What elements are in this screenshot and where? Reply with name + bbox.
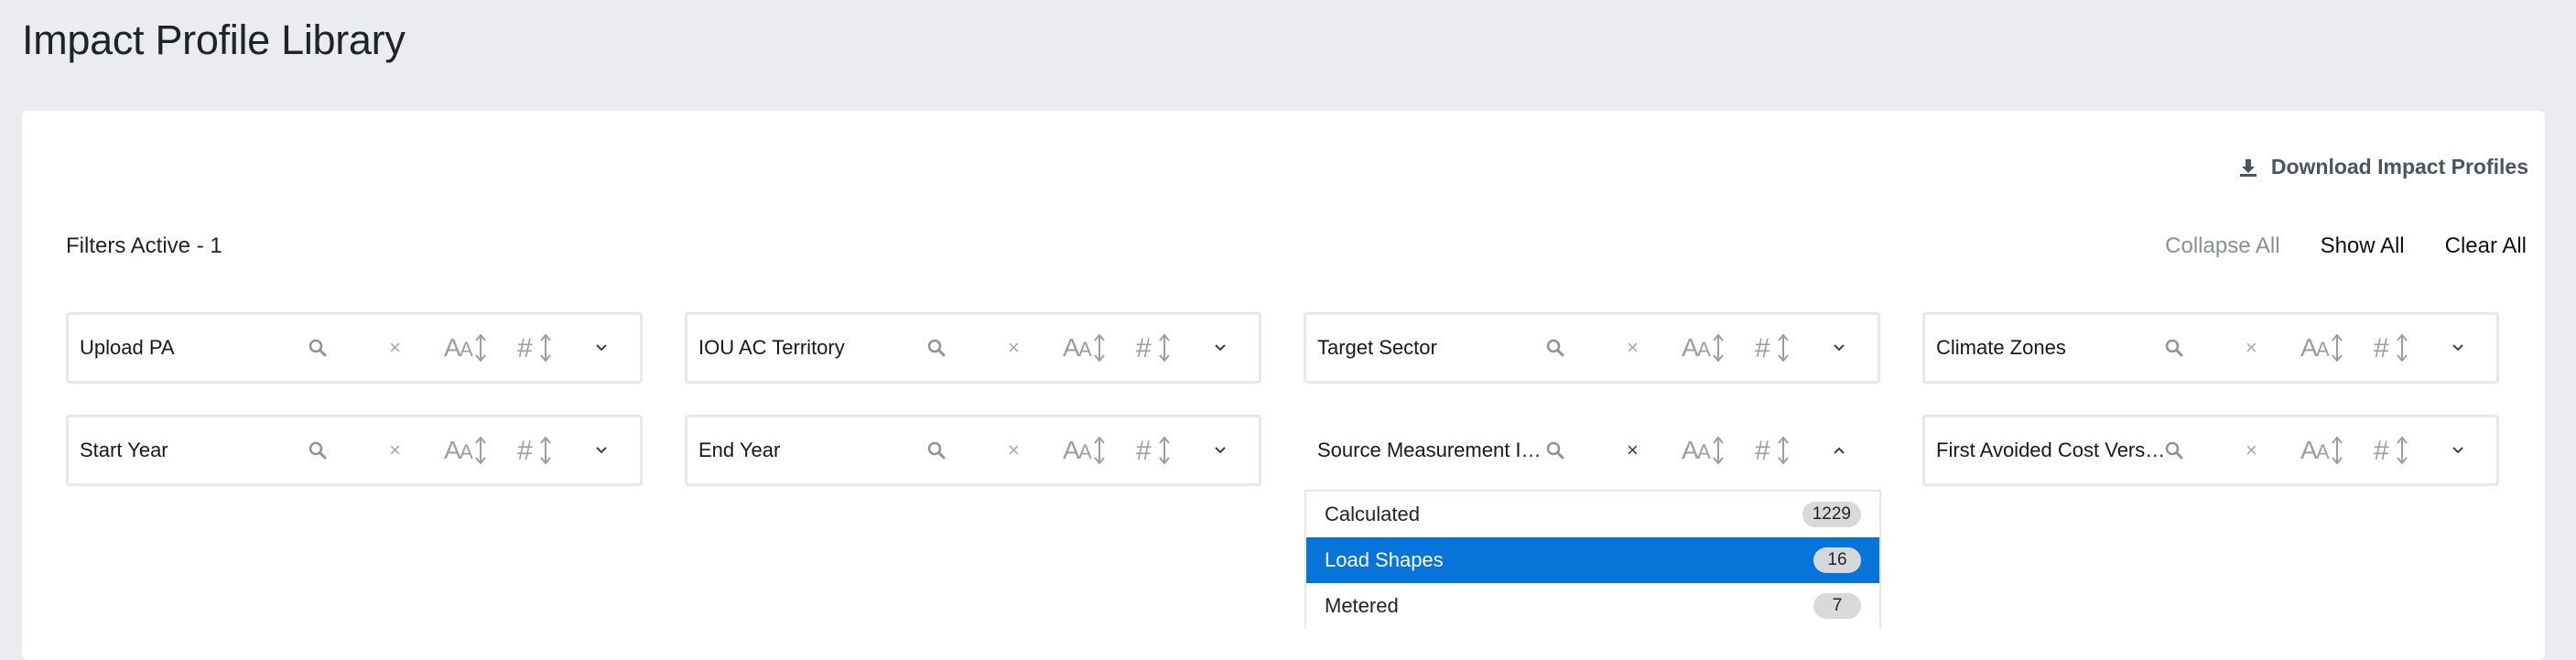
svg-text:#: # bbox=[517, 333, 533, 363]
option-count-badge: 1229 bbox=[1802, 502, 1861, 527]
chevron-down-icon[interactable] bbox=[1833, 343, 1845, 352]
search-icon[interactable] bbox=[2165, 441, 2183, 460]
filter-climate-zones[interactable]: Climate Zones × A A # bbox=[1922, 312, 2499, 384]
svg-text:#: # bbox=[1755, 333, 1770, 363]
search-icon[interactable] bbox=[2165, 339, 2183, 357]
svg-text:#: # bbox=[1136, 333, 1152, 363]
search-icon[interactable] bbox=[1546, 339, 1564, 357]
sort-numeric-icon[interactable]: # bbox=[517, 435, 554, 466]
filter-upload-pa[interactable]: Upload PA × A A # bbox=[66, 312, 643, 384]
option-count-badge: 7 bbox=[1813, 593, 1861, 619]
search-icon[interactable] bbox=[927, 441, 946, 460]
dropdown-option[interactable]: Calculated 1229 bbox=[1306, 492, 1879, 537]
clear-icon[interactable]: × bbox=[1008, 336, 1020, 360]
svg-text:A: A bbox=[2316, 440, 2330, 463]
sort-alpha-icon[interactable]: AA bbox=[1682, 435, 1726, 466]
sort-alpha-icon[interactable]: AA bbox=[2300, 332, 2344, 363]
impact-type-dropdown: Calculated 1229 Load Shapes 16 Metered 7 bbox=[1304, 490, 1881, 629]
filter-label: IOU AC Territory bbox=[698, 336, 845, 359]
option-count-badge: 16 bbox=[1813, 547, 1861, 573]
sort-alpha-icon[interactable]: AA bbox=[2300, 435, 2344, 466]
clear-icon[interactable]: × bbox=[2246, 336, 2257, 360]
svg-text:A: A bbox=[2316, 338, 2330, 361]
svg-text:#: # bbox=[1755, 436, 1770, 466]
svg-text:#: # bbox=[2374, 333, 2389, 363]
sort-alpha-icon[interactable]: AA bbox=[1063, 435, 1107, 466]
sort-alpha-icon[interactable]: AA bbox=[444, 332, 488, 363]
filter-label: End Year bbox=[698, 438, 781, 461]
svg-text:#: # bbox=[1136, 436, 1152, 466]
filter-label: Source Measurement Impact Type bbox=[1317, 438, 1548, 461]
filter-label: Target Sector bbox=[1317, 336, 1437, 359]
svg-text:A: A bbox=[1078, 338, 1092, 361]
option-label: Calculated bbox=[1325, 503, 1420, 525]
chevron-up-icon[interactable] bbox=[1833, 446, 1845, 455]
filter-actions: Collapse All Show All Clear All bbox=[2165, 233, 2527, 259]
dropdown-option[interactable]: Load Shapes 16 bbox=[1306, 537, 1879, 583]
option-label: Metered bbox=[1325, 594, 1399, 617]
filter-target-sector[interactable]: Target Sector × A A # bbox=[1304, 312, 1880, 384]
clear-icon[interactable]: × bbox=[1627, 438, 1639, 462]
download-impact-profiles-button[interactable]: Download Impact Profiles bbox=[2238, 155, 2528, 179]
clear-icon[interactable]: × bbox=[1008, 438, 1020, 462]
sort-alpha-icon[interactable]: AA bbox=[1682, 332, 1726, 363]
chevron-down-icon[interactable] bbox=[595, 343, 608, 352]
svg-text:#: # bbox=[517, 436, 533, 466]
page-title: Impact Profile Library bbox=[22, 16, 406, 63]
collapse-all-button[interactable]: Collapse All bbox=[2165, 233, 2279, 259]
search-icon[interactable] bbox=[308, 339, 327, 357]
chevron-down-icon[interactable] bbox=[1214, 446, 1227, 455]
filter-iou-ac-territory[interactable]: IOU AC Territory × A A # bbox=[685, 312, 1261, 384]
search-icon[interactable] bbox=[927, 339, 946, 357]
download-icon bbox=[2239, 158, 2257, 177]
filter-end-year[interactable]: End Year × A A # bbox=[685, 415, 1261, 486]
filter-label: Start Year bbox=[80, 438, 168, 461]
chevron-down-icon[interactable] bbox=[1214, 343, 1227, 352]
filter-label: First Avoided Cost Version bbox=[1936, 438, 2167, 461]
sort-alpha-icon[interactable]: AA bbox=[444, 435, 488, 466]
filter-source-measurement-impact-type[interactable]: Source Measurement Impact Type × AA # bbox=[1304, 415, 1880, 486]
svg-text:A: A bbox=[1078, 440, 1092, 463]
chevron-down-icon[interactable] bbox=[2452, 343, 2464, 352]
sort-numeric-icon[interactable]: # bbox=[2374, 435, 2410, 466]
svg-text:#: # bbox=[2374, 436, 2389, 466]
filter-start-year[interactable]: Start Year × A A # bbox=[66, 415, 643, 486]
option-label: Load Shapes bbox=[1325, 548, 1444, 571]
clear-icon[interactable]: × bbox=[2246, 438, 2257, 462]
sort-alpha-icon[interactable]: AA bbox=[1063, 332, 1107, 363]
svg-text:A: A bbox=[460, 338, 473, 361]
filters-card: Download Impact Profiles Filters Active … bbox=[22, 111, 2545, 660]
clear-icon[interactable]: × bbox=[389, 336, 401, 360]
sort-numeric-icon[interactable]: # bbox=[1136, 435, 1173, 466]
clear-icon[interactable]: × bbox=[1627, 336, 1639, 360]
search-icon[interactable] bbox=[308, 441, 327, 460]
sort-numeric-icon[interactable]: # bbox=[1755, 332, 1791, 363]
filter-first-avoided-cost-version[interactable]: First Avoided Cost Version × A A # bbox=[1922, 415, 2499, 486]
download-label: Download Impact Profiles bbox=[2270, 155, 2528, 179]
sort-numeric-icon[interactable]: # bbox=[1136, 332, 1173, 363]
svg-text:A: A bbox=[1697, 440, 1711, 463]
svg-text:A: A bbox=[1697, 338, 1711, 361]
chevron-down-icon[interactable] bbox=[595, 446, 608, 455]
search-icon[interactable] bbox=[1546, 441, 1564, 460]
clear-all-button[interactable]: Clear All bbox=[2445, 233, 2527, 259]
sort-numeric-icon[interactable]: # bbox=[2374, 332, 2410, 363]
filter-label: Climate Zones bbox=[1936, 336, 2066, 359]
filters-active-count: Filters Active - 1 bbox=[66, 233, 222, 258]
sort-numeric-icon[interactable]: # bbox=[1755, 435, 1791, 466]
dropdown-option[interactable]: Metered 7 bbox=[1306, 583, 1879, 629]
svg-text:A: A bbox=[460, 440, 473, 463]
filter-label: Upload PA bbox=[80, 336, 175, 359]
show-all-button[interactable]: Show All bbox=[2321, 233, 2405, 259]
clear-icon[interactable]: × bbox=[389, 438, 401, 462]
chevron-down-icon[interactable] bbox=[2452, 446, 2464, 455]
sort-numeric-icon[interactable]: # bbox=[517, 332, 554, 363]
